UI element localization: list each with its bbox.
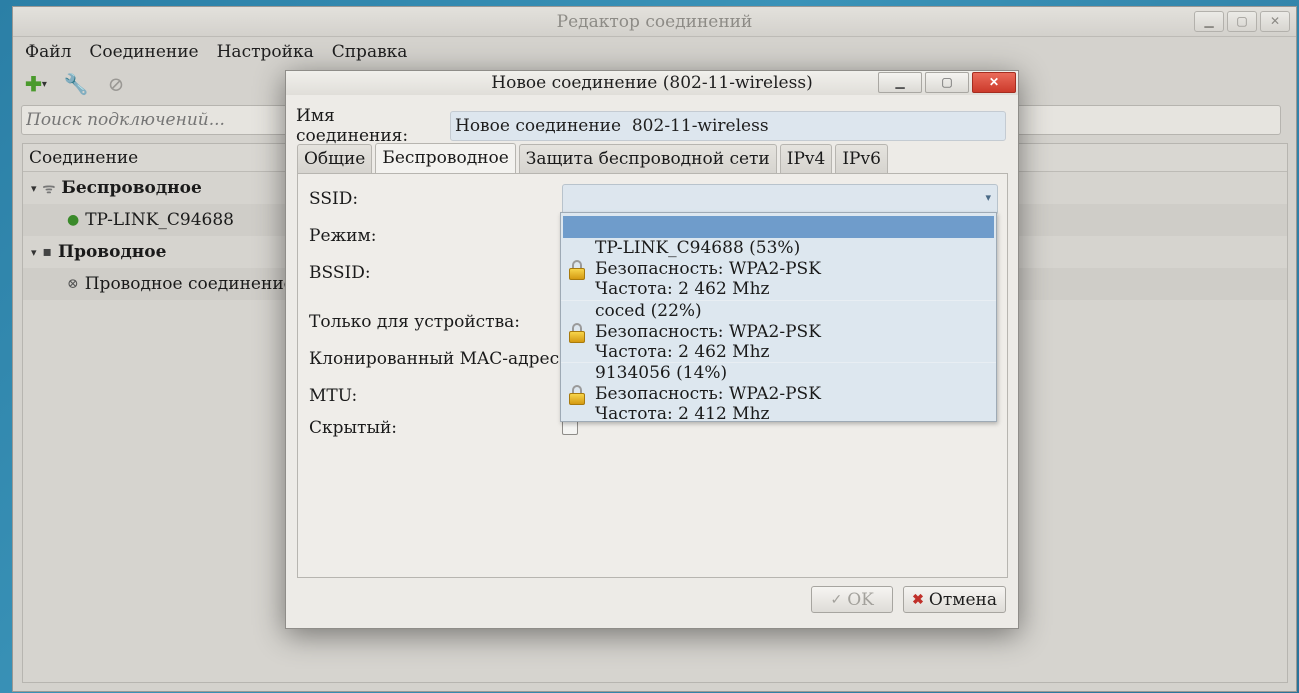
ssid-option-name: coced (22%) bbox=[595, 301, 702, 321]
tab-wireless-security[interactable]: Защита беспроводной сети bbox=[518, 144, 777, 173]
ethernet-icon: ▪ bbox=[42, 244, 53, 260]
chevron-down-icon: ▾ bbox=[985, 191, 991, 204]
ssid-option-security: Безопасность: WPA2-PSK bbox=[595, 258, 821, 279]
tab-ipv4[interactable]: IPv4 bbox=[779, 144, 833, 173]
cancel-icon: ✖ bbox=[912, 591, 924, 608]
list-item-label: TP-LINK_C94688 bbox=[85, 210, 234, 230]
ssid-combobox[interactable]: ▾ bbox=[562, 184, 998, 215]
ssid-option[interactable]: 9134056 (14%) Безопасность: WPA2-PSK Час… bbox=[561, 362, 996, 424]
group-label: Проводное bbox=[58, 242, 167, 262]
main-window-title: Редактор соединений bbox=[556, 12, 753, 32]
ssid-option-frequency: Частота: 2 412 Mhz bbox=[595, 404, 770, 424]
cancel-label: Отмена bbox=[928, 589, 997, 610]
list-item-label: Проводное соединение bbox=[84, 274, 294, 294]
ok-label: OK bbox=[847, 589, 874, 610]
tab-bar: Общие Беспроводное Защита беспроводной с… bbox=[297, 143, 888, 174]
ssid-option[interactable]: coced (22%) Безопасность: WPA2-PSK Часто… bbox=[561, 300, 996, 362]
main-close-button[interactable]: ✕ bbox=[1260, 11, 1290, 32]
ssid-label: SSID: bbox=[309, 189, 359, 209]
main-maximize-button[interactable]: ▢ bbox=[1227, 11, 1257, 32]
ssid-option-frequency: Частота: 2 462 Mhz bbox=[595, 279, 770, 299]
hidden-label: Скрытый: bbox=[309, 418, 398, 438]
dialog-minimize-button[interactable]: ▁ bbox=[878, 72, 922, 93]
lock-icon bbox=[569, 323, 585, 343]
mtu-label: MTU: bbox=[309, 386, 358, 406]
ssid-option-name: 9134056 (14%) bbox=[595, 363, 728, 383]
main-minimize-button[interactable]: ▁ bbox=[1194, 11, 1224, 32]
dialog-close-button[interactable]: ✕ bbox=[972, 72, 1016, 93]
ssid-option-name: TP-LINK_C94688 (53%) bbox=[595, 238, 801, 258]
menubar: Файл Соединение Настройка Справка bbox=[13, 37, 1296, 67]
mode-label: Режим: bbox=[309, 226, 377, 246]
ok-button[interactable]: ✓ OK bbox=[811, 586, 894, 613]
main-titlebar: Редактор соединений ▁ ▢ ✕ bbox=[13, 7, 1296, 37]
disconnected-status-icon: ⊗ bbox=[67, 276, 79, 292]
cancel-button[interactable]: ✖ Отмена bbox=[903, 586, 1006, 613]
connection-name-label: Имя соединения: bbox=[296, 106, 409, 146]
menu-file[interactable]: Файл bbox=[25, 42, 71, 62]
delete-icon[interactable]: ⊘ bbox=[101, 71, 131, 97]
lock-icon bbox=[569, 385, 585, 405]
wifi-icon: ᯤ bbox=[42, 180, 56, 197]
chevron-down-icon: ▾ bbox=[31, 181, 37, 195]
group-label: Беспроводное bbox=[61, 178, 202, 198]
device-only-label: Только для устройства: bbox=[309, 312, 521, 332]
ssid-dropdown-list: TP-LINK_C94688 (53%) Безопасность: WPA2-… bbox=[560, 212, 997, 424]
add-connection-icon[interactable]: ✚ ▾ bbox=[21, 71, 51, 97]
menu-connection[interactable]: Соединение bbox=[89, 42, 198, 62]
dialog-title: Новое соединение (802-11-wireless) bbox=[491, 73, 813, 93]
cloned-mac-label: Клонированный MAC-адрес: bbox=[309, 349, 565, 369]
connection-name-input[interactable] bbox=[450, 111, 1006, 141]
chevron-down-icon: ▾ bbox=[31, 245, 37, 259]
ok-icon: ✓ bbox=[830, 591, 843, 608]
lock-icon bbox=[569, 260, 585, 280]
wrench-icon[interactable]: 🔧 bbox=[61, 71, 91, 97]
ssid-option-frequency: Частота: 2 462 Mhz bbox=[595, 342, 770, 362]
connected-status-icon: ● bbox=[67, 212, 80, 228]
dropdown-selected-empty-item[interactable] bbox=[563, 216, 994, 238]
ssid-option[interactable]: TP-LINK_C94688 (53%) Безопасность: WPA2-… bbox=[561, 238, 996, 300]
ssid-option-security: Безопасность: WPA2-PSK bbox=[595, 383, 821, 404]
tab-general[interactable]: Общие bbox=[297, 144, 373, 173]
ssid-option-security: Безопасность: WPA2-PSK bbox=[595, 321, 821, 342]
dialog-maximize-button[interactable]: ▢ bbox=[925, 72, 969, 93]
bssid-label: BSSID: bbox=[309, 263, 371, 283]
dialog-titlebar: Новое соединение (802-11-wireless) ▁ ▢ ✕ bbox=[286, 71, 1018, 95]
tab-ipv6[interactable]: IPv6 bbox=[835, 144, 888, 173]
tab-wireless[interactable]: Беспроводное bbox=[375, 143, 516, 174]
menu-help[interactable]: Справка bbox=[332, 42, 408, 62]
menu-settings[interactable]: Настройка bbox=[217, 42, 314, 62]
